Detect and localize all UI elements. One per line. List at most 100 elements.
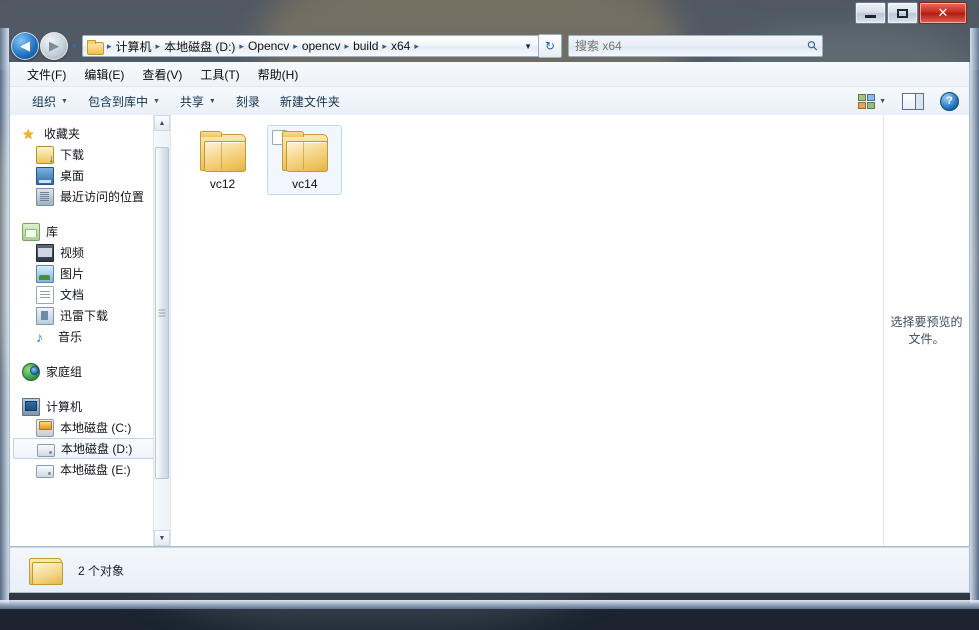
sidebar-item-pictures[interactable]: 图片 <box>10 263 170 284</box>
search-box[interactable]: ⚲ <box>568 35 823 57</box>
explorer-window: ✕ ◀ ▶ ▼ ▸ 计算机 ▸ 本地磁盘 (D:) ▸ Opencv ▸ ope… <box>0 0 979 609</box>
sidebar-item-local-disk-e[interactable]: 本地磁盘 (E:) <box>10 459 170 480</box>
sidebar-label: 音乐 <box>58 328 82 345</box>
sidebar-item-homegroup[interactable]: 家庭组 <box>10 361 170 382</box>
menu-file[interactable]: 文件(F) <box>18 63 75 86</box>
new-folder-button[interactable]: 新建文件夹 <box>270 89 350 114</box>
recent-pages-button[interactable]: ▼ <box>68 33 80 59</box>
breadcrumb[interactable]: ▸ 计算机 ▸ 本地磁盘 (D:) ▸ Opencv ▸ opencv ▸ bu… <box>82 35 539 57</box>
maximize-button[interactable] <box>887 2 918 24</box>
close-button[interactable]: ✕ <box>919 2 967 24</box>
menu-help[interactable]: 帮助(H) <box>249 63 308 86</box>
preview-pane-toggle-icon[interactable] <box>902 93 924 110</box>
include-in-library-button[interactable]: 包含到库中 ▼ <box>78 89 170 114</box>
sidebar-label: 收藏夹 <box>44 125 80 142</box>
client-area: 文件(F) 编辑(E) 查看(V) 工具(T) 帮助(H) 组织 ▼ 包含到库中… <box>9 62 970 547</box>
sidebar-item-local-disk-c[interactable]: 本地磁盘 (C:) <box>10 417 170 438</box>
menu-tools[interactable]: 工具(T) <box>191 63 248 86</box>
window-border-bottom <box>0 600 979 609</box>
chevron-down-icon[interactable]: ▼ <box>879 98 886 105</box>
scroll-up-button[interactable]: ▲ <box>154 115 170 131</box>
window-border-right <box>970 28 979 603</box>
breadcrumb-item-opencv[interactable]: opencv <box>299 39 344 53</box>
breadcrumb-separator: ▸ <box>413 41 420 52</box>
status-bar: 2 个对象 <box>9 547 970 593</box>
picture-icon <box>36 265 54 283</box>
new-folder-label: 新建文件夹 <box>280 93 340 110</box>
list-item-label: vc12 <box>187 177 258 191</box>
menu-bar: 文件(F) 编辑(E) 查看(V) 工具(T) 帮助(H) <box>10 62 969 87</box>
burn-label: 刻录 <box>236 93 260 110</box>
sidebar-item-libraries[interactable]: 库 <box>10 221 170 242</box>
breadcrumb-item-x64[interactable]: x64 <box>388 39 413 53</box>
scrollbar-grip-icon <box>159 310 166 317</box>
folder-icon <box>198 131 248 173</box>
sidebar-item-computer[interactable]: 计算机 <box>10 396 170 417</box>
chevron-down-icon[interactable]: ▼ <box>524 42 536 51</box>
system-drive-icon <box>36 419 54 437</box>
change-view-icon[interactable] <box>858 94 875 109</box>
back-button[interactable]: ◀ <box>11 32 39 60</box>
breadcrumb-item-opencv-root[interactable]: Opencv <box>245 39 292 53</box>
breadcrumb-item-build[interactable]: build <box>350 39 381 53</box>
caption-button-group: ✕ <box>854 2 967 24</box>
sidebar-item-music[interactable]: ♪ 音乐 <box>10 326 170 347</box>
drive-icon <box>37 444 55 457</box>
list-item[interactable]: vc14 <box>267 125 342 195</box>
sidebar-item-downloads[interactable]: 下载 <box>10 144 170 165</box>
sidebar-label: 家庭组 <box>46 363 82 380</box>
sidebar-item-documents[interactable]: 文档 <box>10 284 170 305</box>
breadcrumb-item-computer[interactable]: 计算机 <box>113 38 155 55</box>
scroll-down-button[interactable]: ▼ <box>154 530 170 546</box>
panes-container: ★ 收藏夹 下载 桌面 最近访问的位置 <box>10 115 969 546</box>
scrollbar-thumb[interactable] <box>155 147 169 479</box>
sidebar-label: 桌面 <box>60 167 84 184</box>
refresh-button[interactable]: ↻ <box>539 34 562 58</box>
sidebar-label: 计算机 <box>46 398 82 415</box>
preview-pane: 选择要预览的文件。 <box>883 115 969 546</box>
refresh-icon: ↻ <box>545 39 555 53</box>
preview-message: 选择要预览的文件。 <box>890 314 963 348</box>
chevron-down-icon: ▼ <box>61 98 68 105</box>
navigation-scrollbar[interactable]: ▲ ▼ <box>153 115 170 546</box>
breadcrumb-item-local-disk-d[interactable]: 本地磁盘 (D:) <box>161 38 238 55</box>
navigation-list: ★ 收藏夹 下载 桌面 最近访问的位置 <box>10 115 170 480</box>
burn-button[interactable]: 刻录 <box>226 89 270 114</box>
sidebar-label: 本地磁盘 (D:) <box>61 440 132 457</box>
nav-group-favorites: ★ 收藏夹 下载 桌面 最近访问的位置 <box>10 123 170 207</box>
menu-view[interactable]: 查看(V) <box>133 63 191 86</box>
share-label: 共享 <box>180 93 204 110</box>
close-icon: ✕ <box>938 7 949 20</box>
download-icon <box>36 146 54 164</box>
computer-icon <box>22 398 40 416</box>
sidebar-item-favorites[interactable]: ★ 收藏夹 <box>10 123 170 144</box>
forward-button[interactable]: ▶ <box>40 32 68 60</box>
music-icon: ♪ <box>36 329 52 345</box>
sidebar-label: 库 <box>46 223 58 240</box>
sidebar-item-desktop[interactable]: 桌面 <box>10 165 170 186</box>
sidebar-item-thunder-download[interactable]: 迅雷下载 <box>10 305 170 326</box>
list-item-label: vc14 <box>269 177 340 191</box>
file-list[interactable]: vc12 vc14 <box>171 115 883 546</box>
minimize-button[interactable] <box>855 2 886 24</box>
help-icon[interactable]: ? <box>940 92 959 111</box>
sidebar-item-local-disk-d[interactable]: 本地磁盘 (D:) <box>13 438 167 459</box>
include-in-library-label: 包含到库中 <box>88 93 148 110</box>
maximize-icon <box>897 9 908 18</box>
status-text: 2 个对象 <box>78 562 124 579</box>
sidebar-item-recent-places[interactable]: 最近访问的位置 <box>10 186 170 207</box>
search-input[interactable] <box>573 38 808 54</box>
nav-group-computer: 计算机 本地磁盘 (C:) 本地磁盘 (D:) 本地磁盘 (E:) <box>10 396 170 480</box>
sidebar-item-videos[interactable]: 视频 <box>10 242 170 263</box>
sidebar-label: 图片 <box>60 265 84 282</box>
chevron-down-icon: ▼ <box>209 98 216 105</box>
organize-button[interactable]: 组织 ▼ <box>22 89 78 114</box>
command-bar: 组织 ▼ 包含到库中 ▼ 共享 ▼ 刻录 新建文件夹 ▼ <box>10 87 969 116</box>
list-item[interactable]: vc12 <box>185 125 260 195</box>
menu-edit[interactable]: 编辑(E) <box>75 63 133 86</box>
drive-icon <box>36 465 54 478</box>
address-bar: ◀ ▶ ▼ ▸ 计算机 ▸ 本地磁盘 (D:) ▸ Opencv ▸ openc… <box>9 31 970 61</box>
thunder-download-icon <box>36 307 54 325</box>
share-button[interactable]: 共享 ▼ <box>170 89 226 114</box>
nav-group-libraries: 库 视频 图片 文档 <box>10 221 170 347</box>
